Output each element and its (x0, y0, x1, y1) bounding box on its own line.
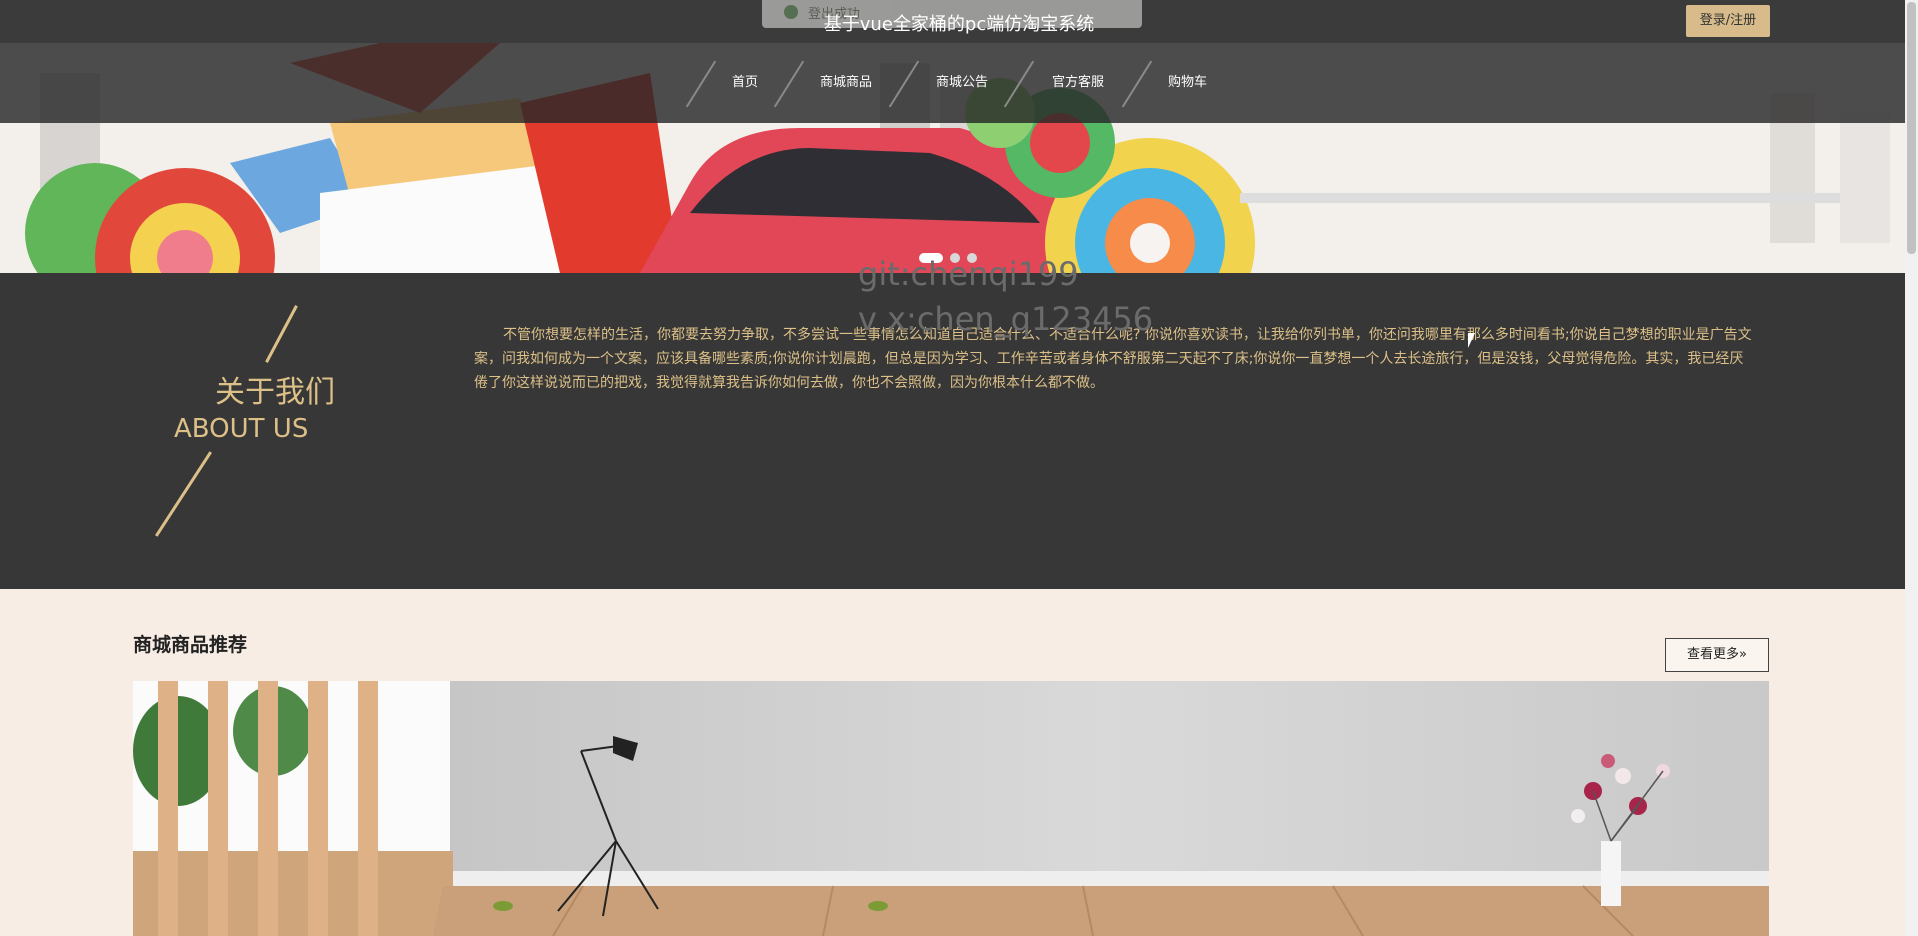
scrollbar-thumb[interactable] (1907, 2, 1916, 254)
login-register-button[interactable]: 登录/注册 (1686, 5, 1770, 37)
watermark-line-2: v x:chen_q123456 (858, 300, 1154, 338)
nav-divider (685, 60, 717, 108)
recommend-title: 商城商品推荐 (133, 634, 248, 656)
decorative-slash (265, 305, 298, 363)
site-title: 基于vue全家桶的pc端仿淘宝系统 (823, 14, 1095, 35)
nav-item-customer-service[interactable]: 官方客服 (1052, 43, 1104, 123)
view-more-button[interactable]: 查看更多» (1665, 638, 1769, 672)
nav-item-home[interactable]: 首页 (732, 43, 758, 123)
nav-divider (1121, 60, 1153, 108)
about-title: 关于我们 (215, 375, 335, 410)
mouse-cursor-icon (1468, 333, 1475, 348)
product-banner-image[interactable] (133, 681, 1769, 936)
watermark-line-1: git:chenqi199 (858, 255, 1079, 293)
nav-divider (888, 60, 920, 108)
main-nav: 首页 商城商品 商城公告 官方客服 购物车 (0, 43, 1905, 123)
about-subtitle: ABOUT US (174, 414, 309, 444)
nav-divider (773, 60, 805, 108)
decorative-slash (155, 451, 212, 537)
nav-item-cart[interactable]: 购物车 (1168, 43, 1207, 123)
nav-divider (1003, 60, 1035, 108)
room-illustration (133, 681, 1769, 936)
nav-item-products[interactable]: 商城商品 (820, 43, 872, 123)
nav-item-announcements[interactable]: 商城公告 (936, 43, 988, 123)
